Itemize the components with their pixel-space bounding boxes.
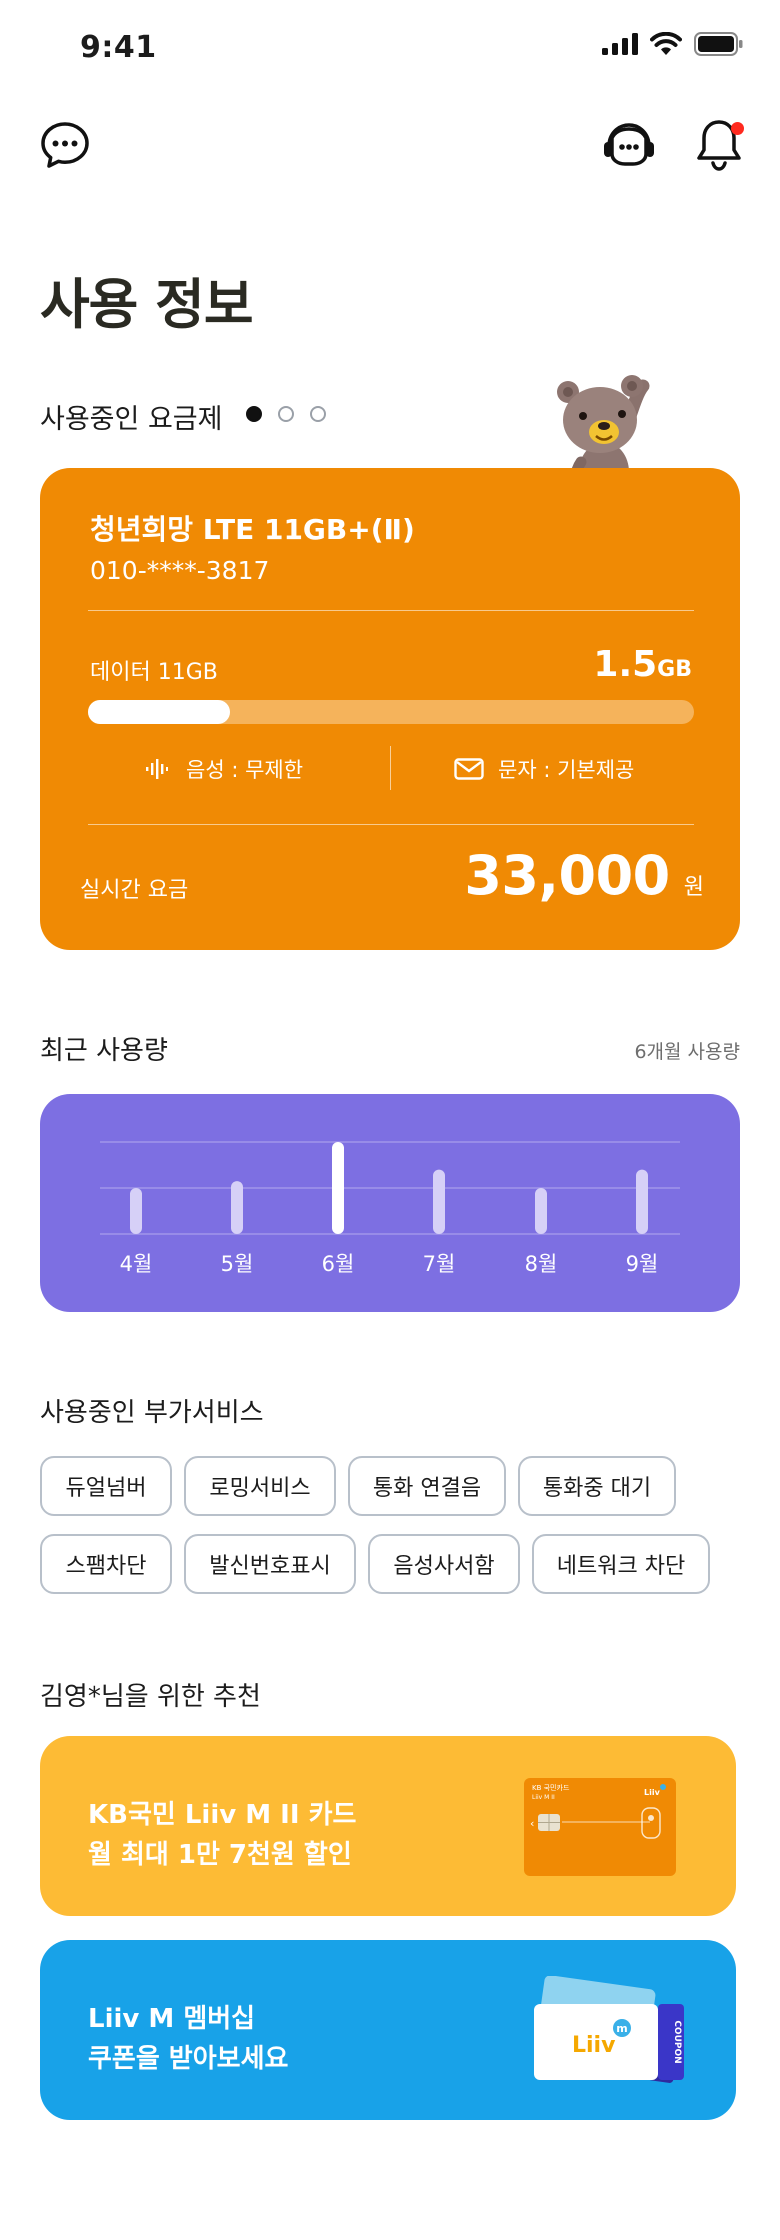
signal-icon <box>602 33 638 55</box>
pager-dot[interactable] <box>310 406 326 422</box>
status-icons <box>602 32 744 56</box>
sms-label: 문자 : 기본제공 <box>498 758 635 782</box>
data-progress-bar <box>88 700 694 724</box>
currency-unit: 원 <box>683 875 704 900</box>
addon-services-title: 사용중인 부가서비스 <box>40 1398 264 1428</box>
card-brand-text: Liiv <box>644 1788 661 1797</box>
realtime-fee-amount: 33,000 <box>464 844 670 907</box>
voice-info: 음성 : 무제한 <box>146 754 303 784</box>
notification-badge-dot <box>731 122 744 135</box>
plan-card[interactable]: 청년희망 LTE 11GB+(Ⅱ) 010-****-3817 데이터 11GB… <box>40 468 740 950</box>
month-label: 7월 <box>423 1252 456 1276</box>
usage-chart: 4월 5월 6월 7월 8월 9월 <box>100 1141 680 1276</box>
divider <box>88 610 694 611</box>
recent-usage-title: 최근 사용량 <box>40 1036 168 1066</box>
addon-chip[interactable]: 로밍서비스 <box>184 1456 336 1516</box>
recent-usage-period[interactable]: 6개월 사용량 <box>634 1037 740 1064</box>
divider <box>390 746 391 790</box>
card-product-text: Liiv M II <box>532 1794 555 1801</box>
divider <box>88 824 694 825</box>
coupon-label: COUPON <box>672 2020 682 2063</box>
coupon-icon: COUPON Liiv m <box>534 1976 684 2083</box>
wifi-icon <box>650 32 682 55</box>
usage-bar[interactable] <box>130 1188 142 1234</box>
data-unit: GB <box>657 657 692 682</box>
liiv-membership-promo[interactable]: Liiv M 멤버십 쿠폰을 받아보세요 COUPON Liiv m <box>40 1940 736 2120</box>
chat-bubble-icon <box>41 122 89 168</box>
svg-text:‹: ‹ <box>530 1817 534 1830</box>
recommend-title: 김영*님을 위한 추천 <box>40 1682 261 1712</box>
plan-section-title: 사용중인 요금제 <box>40 404 223 435</box>
pager-dot-active[interactable] <box>246 406 262 422</box>
month-label: 9월 <box>626 1252 659 1276</box>
sms-info: 문자 : 기본제공 <box>454 754 634 784</box>
support-button[interactable] <box>600 116 658 174</box>
data-progress-fill <box>88 700 230 724</box>
data-label: 데이터 11GB <box>90 660 218 685</box>
plan-name: 청년희망 LTE 11GB+(Ⅱ) <box>90 513 415 546</box>
chat-button[interactable] <box>38 118 92 172</box>
addon-chip[interactable]: 통화 연결음 <box>348 1456 506 1516</box>
month-label: 5월 <box>221 1252 254 1276</box>
voice-wave-icon <box>146 759 168 779</box>
usage-bar[interactable] <box>636 1169 648 1234</box>
realtime-fee-label: 실시간 요금 <box>80 878 189 903</box>
battery-icon <box>694 32 743 56</box>
pager-dot[interactable] <box>278 406 294 422</box>
status-bar: 9:41 <box>0 0 780 100</box>
month-label: 8월 <box>525 1252 558 1276</box>
addon-chip[interactable]: 스팸차단 <box>40 1534 172 1594</box>
headset-icon <box>604 123 654 166</box>
promo-line-1: Liiv M 멤버십 <box>88 2004 256 2034</box>
addon-chip[interactable]: 음성사서함 <box>368 1534 520 1594</box>
status-time: 9:41 <box>80 30 157 65</box>
addon-chip[interactable]: 듀얼넘버 <box>40 1456 172 1516</box>
kb-card-promo[interactable]: KB국민 Liiv M II 카드 월 최대 1만 7천원 할인 KB 국민카드… <box>40 1736 736 1916</box>
addon-chip[interactable]: 발신번호표시 <box>184 1534 356 1594</box>
promo-line-1: KB국민 Liiv M II 카드 <box>88 1800 357 1830</box>
data-remaining: 1.5GB <box>593 644 692 685</box>
card-issuer-text: KB 국민카드 <box>532 1783 570 1792</box>
usage-bar[interactable] <box>332 1142 344 1234</box>
phone-number: 010-****-3817 <box>90 556 270 585</box>
addon-chip[interactable]: 네트워크 차단 <box>532 1534 710 1594</box>
usage-chart-card[interactable]: 4월 5월 6월 7월 8월 9월 <box>40 1094 740 1312</box>
voice-label: 음성 : 무제한 <box>186 758 304 782</box>
month-label: 4월 <box>120 1252 153 1276</box>
promo-line-2: 쿠폰을 받아보세요 <box>88 2044 289 2074</box>
usage-bar[interactable] <box>231 1181 243 1234</box>
plan-pager[interactable] <box>246 406 326 422</box>
data-value: 1.5 <box>593 644 658 685</box>
page-title: 사용 정보 <box>40 273 254 336</box>
credit-card-icon: KB 국민카드 Liiv M II Liiv ‹ <box>524 1778 676 1876</box>
month-label: 6월 <box>322 1252 355 1276</box>
envelope-icon <box>454 758 484 780</box>
usage-bar[interactable] <box>535 1188 547 1234</box>
promo-line-2: 월 최대 1만 7천원 할인 <box>88 1840 352 1870</box>
svg-text:m: m <box>616 2022 627 2035</box>
addon-chip[interactable]: 통화중 대기 <box>518 1456 676 1516</box>
notification-button[interactable] <box>692 116 746 174</box>
usage-bar[interactable] <box>433 1169 445 1234</box>
coupon-brand: Liiv <box>572 2033 616 2058</box>
realtime-fee: 33,000 원 <box>464 844 704 907</box>
